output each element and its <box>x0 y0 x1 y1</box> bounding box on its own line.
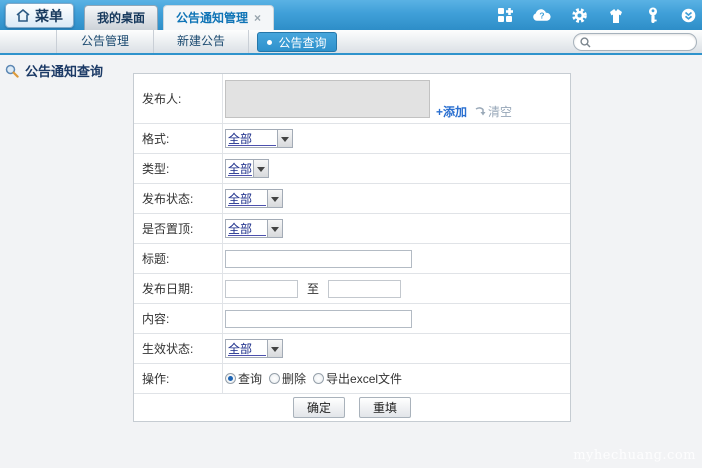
radio-query-label[interactable]: 查询 <box>238 370 262 387</box>
type-select-value: 全部 <box>228 161 252 176</box>
pinned-select-value: 全部 <box>228 221 266 236</box>
date-to-input[interactable] <box>328 280 401 298</box>
chevron-down-icon[interactable] <box>277 130 292 147</box>
form-row-operation: 操作: 查询 删除 导出excel文件 <box>134 364 570 394</box>
publish-status-select-value: 全部 <box>228 191 266 206</box>
format-select-value: 全部 <box>228 131 276 146</box>
clear-publisher-link[interactable]: 清空 <box>475 103 512 120</box>
field-label: 操作: <box>134 364 223 393</box>
tab-announcement-management[interactable]: 公告通知管理 × <box>163 5 274 30</box>
radio-export-excel[interactable] <box>313 373 324 384</box>
top-bar: 菜单 我的桌面 公告通知管理 × ? <box>0 0 702 30</box>
tab-label: 公告通知管理 <box>176 11 248 25</box>
tab-my-desktop[interactable]: 我的桌面 <box>84 5 158 30</box>
field-label: 内容: <box>134 304 223 333</box>
menu-button[interactable]: 菜单 <box>5 3 74 28</box>
theme-icon[interactable] <box>607 6 625 25</box>
form-row-effective-status: 生效状态: 全部 <box>134 334 570 364</box>
active-dot <box>267 40 272 45</box>
form-row-type: 类型: 全部 <box>134 154 570 184</box>
form-row-buttons: 确定 重填 <box>134 394 570 421</box>
field-label: 是否置顶: <box>134 214 223 243</box>
effective-status-select[interactable]: 全部 <box>225 339 283 358</box>
form-row-publish-status: 发布状态: 全部 <box>134 184 570 214</box>
field-label: 生效状态: <box>134 334 223 363</box>
publish-status-select[interactable]: 全部 <box>225 189 283 208</box>
field-label: 格式: <box>134 124 223 153</box>
add-publisher-link[interactable]: +添加 <box>436 103 467 120</box>
settings-icon[interactable] <box>570 6 588 25</box>
page-title: 公告通知查询 <box>25 61 103 80</box>
nav-item-label: 新建公告 <box>177 34 225 48</box>
nav-item-new-announcement[interactable]: 新建公告 <box>153 30 249 53</box>
effective-status-select-value: 全部 <box>228 341 266 356</box>
field-label: 标题: <box>134 244 223 273</box>
key-icon[interactable] <box>644 6 662 25</box>
tab-label: 我的桌面 <box>97 11 145 25</box>
publisher-selection-box[interactable] <box>225 80 430 118</box>
magnifier-icon <box>5 64 19 78</box>
nav-item-label: 公告查询 <box>278 34 326 51</box>
global-search-input[interactable] <box>595 36 690 48</box>
field-label: 类型: <box>134 154 223 183</box>
chevron-down-icon[interactable] <box>267 220 282 237</box>
form-row-title: 标题: <box>134 244 570 274</box>
page-title-wrap: 公告通知查询 <box>5 61 103 80</box>
field-label: 发布日期: <box>134 274 223 303</box>
content-input[interactable] <box>225 310 412 328</box>
svg-text:?: ? <box>539 10 544 20</box>
form-row-format: 格式: 全部 <box>134 124 570 154</box>
field-label: 发布人: <box>134 74 223 123</box>
date-from-input[interactable] <box>225 280 298 298</box>
pinned-select[interactable]: 全部 <box>225 219 283 238</box>
form-row-publish-date: 发布日期: 至 <box>134 274 570 304</box>
format-select[interactable]: 全部 <box>225 129 293 148</box>
watermark: myhechuang.com <box>573 448 696 463</box>
search-box[interactable] <box>573 33 697 51</box>
chevron-down-icon[interactable] <box>267 190 282 207</box>
apps-add-icon[interactable] <box>496 6 514 25</box>
query-form: 发布人: +添加 清空 格式: 全部 类型: <box>133 73 571 422</box>
tab-close-icon[interactable]: × <box>254 11 261 25</box>
search-icon <box>580 37 591 48</box>
menu-button-label: 菜单 <box>35 6 63 26</box>
field-label: 发布状态: <box>134 184 223 213</box>
collapse-icon[interactable] <box>681 6 696 25</box>
radio-delete-label[interactable]: 删除 <box>282 370 306 387</box>
title-input[interactable] <box>225 250 412 268</box>
clear-publisher-label: 清空 <box>488 103 512 120</box>
radio-delete[interactable] <box>269 373 280 384</box>
radio-export-excel-label[interactable]: 导出excel文件 <box>326 370 402 387</box>
form-row-content: 内容: <box>134 304 570 334</box>
home-icon <box>16 9 30 22</box>
sub-nav-bar: 公告管理 新建公告 公告查询 <box>0 30 702 55</box>
confirm-button[interactable]: 确定 <box>293 397 345 418</box>
date-to-label: 至 <box>307 280 319 297</box>
radio-query[interactable] <box>225 373 236 384</box>
form-row-publisher: 发布人: +添加 清空 <box>134 74 570 124</box>
clear-arrow-icon <box>475 106 486 117</box>
reset-button[interactable]: 重填 <box>359 397 411 418</box>
nav-item-label: 公告管理 <box>81 34 129 48</box>
help-icon[interactable]: ? <box>533 6 551 25</box>
type-select[interactable]: 全部 <box>225 159 269 178</box>
chevron-down-icon[interactable] <box>253 160 268 177</box>
nav-item-announcement-manage[interactable]: 公告管理 <box>56 30 153 53</box>
form-row-pinned: 是否置顶: 全部 <box>134 214 570 244</box>
topbar-icon-group: ? <box>496 6 696 25</box>
chevron-down-icon[interactable] <box>267 340 282 357</box>
nav-item-announcement-query-active[interactable]: 公告查询 <box>257 32 337 52</box>
